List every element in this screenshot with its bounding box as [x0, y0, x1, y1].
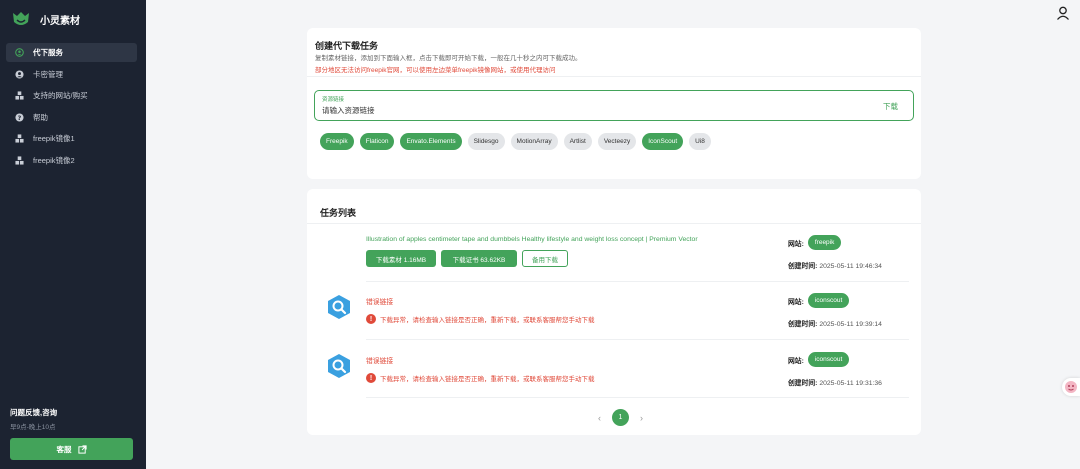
create-task-card: 创建代下载任务 复制素材链接，添加到下面输入框，点击下载即可开始下载，一般在几十… — [307, 28, 921, 179]
sidebar: 小灵素材 代下服务 卡密管理 支持的网站/购买 ? 帮助 freepik镜像1 … — [0, 0, 146, 469]
customer-service-label: 客服 — [56, 444, 72, 454]
sidebar-item-card-management[interactable]: 卡密管理 — [6, 65, 137, 84]
user-circle-icon — [15, 69, 24, 79]
error-message: ! 下载异常，请检查输入链接是否正确，重新下载，或联系客服帮您手动下载 — [366, 314, 595, 324]
download-material-button[interactable]: 下载素材 1.16MB — [366, 250, 436, 267]
site-badge: freepik — [807, 235, 842, 250]
resource-link-field[interactable]: 资源链接 请输入资源链接 下载 — [314, 90, 914, 121]
site-label: 网站: — [788, 357, 804, 365]
sidebar-item-proxy-download[interactable]: 代下服务 — [6, 43, 137, 62]
cubes-icon — [15, 155, 24, 165]
task-list-title: 任务列表 — [320, 208, 357, 218]
sidebar-item-supported-sites[interactable]: 支持的网站/购买 — [6, 86, 137, 105]
download-license-button[interactable]: 下载证书 63.62KB — [441, 250, 517, 267]
task-list-card: 任务列表 Illustration of apples centimeter t… — [307, 189, 921, 435]
task-site: 网站: iconscout — [788, 352, 850, 367]
divider — [307, 76, 921, 77]
task-title-link[interactable]: Illustration of apples centimeter tape a… — [366, 236, 698, 243]
task-site: 网站: freepik — [788, 235, 842, 250]
brand-name: 小灵素材 — [40, 15, 80, 27]
cubes-icon — [15, 91, 24, 100]
error-text: 下载异常，请检查输入链接是否正确，重新下载，或联系客服帮您手动下载 — [380, 317, 595, 324]
sidebar-item-help[interactable]: ? 帮助 — [6, 108, 137, 127]
svg-text:?: ? — [18, 114, 22, 121]
access-warning: 部分地区无法访问freepik官网，可以使用左边菜单freepik镜像网站，或使… — [315, 67, 556, 74]
prev-page-button[interactable]: ‹ — [592, 413, 607, 423]
task-title-link[interactable]: 错误链接 — [366, 355, 393, 365]
time-label: 创建时间: — [788, 380, 818, 387]
sidebar-item-label: freepik镜像2 — [33, 155, 75, 165]
site-badge: iconscout — [807, 352, 850, 367]
error-message: ! 下载异常，请检查输入链接是否正确，重新下载，或联系客服帮您手动下载 — [366, 373, 595, 383]
site-label: 网站: — [788, 298, 804, 306]
site-chip-envato-elements[interactable]: Envato.Elements — [400, 133, 462, 150]
task-created-time: 创建时间: 2025-05-11 19:31:36 — [788, 377, 882, 387]
sidebar-item-label: 卡密管理 — [33, 69, 63, 79]
create-task-title: 创建代下载任务 — [315, 41, 379, 51]
site-chip-motionarray[interactable]: MotionArray — [510, 133, 558, 150]
site-badge: iconscout — [807, 293, 850, 308]
feedback-hours: 早9点-晚上10点 — [10, 424, 56, 431]
time-label: 创建时间: — [788, 321, 818, 328]
sidebar-item-freepik-mirror-1[interactable]: freepik镜像1 — [6, 129, 137, 148]
site-chip-flaticon[interactable]: Flaticon — [359, 133, 395, 150]
exclamation-icon: ! — [366, 314, 376, 324]
row-divider — [366, 281, 909, 282]
sidebar-item-label: 支持的网站/购买 — [33, 91, 88, 100]
question-circle-icon: ? — [15, 112, 24, 122]
time-value: 2025-05-11 19:31:36 — [819, 380, 882, 387]
row-divider — [366, 339, 909, 340]
time-label: 创建时间: — [788, 263, 818, 270]
site-chip-ui8[interactable]: Ui8 — [689, 133, 711, 150]
sidebar-item-label: 代下服务 — [33, 48, 63, 57]
supported-site-chips: Freepik Flaticon Envato.Elements Slidesgo Mo… — [320, 133, 717, 150]
site-chip-freepik[interactable]: Freepik — [320, 133, 354, 150]
site-chip-artlist[interactable]: Artlist — [563, 133, 592, 150]
backup-download-button[interactable]: 备用下载 — [522, 250, 568, 267]
divider — [307, 223, 921, 224]
floating-assistant-icon[interactable] — [1062, 378, 1080, 396]
logo-row[interactable]: 小灵素材 — [12, 10, 80, 28]
search-error-icon — [328, 295, 350, 319]
site-label: 网站: — [788, 240, 804, 248]
sidebar-item-label: freepik镜像1 — [33, 134, 75, 143]
time-value: 2025-05-11 19:39:14 — [819, 321, 882, 328]
task-created-time: 创建时间: 2025-05-11 19:46:34 — [788, 260, 882, 270]
task-created-time: 创建时间: 2025-05-11 19:39:14 — [788, 318, 882, 328]
pagination: ‹ 1 › — [592, 409, 649, 426]
sidebar-item-label: 帮助 — [33, 112, 48, 122]
search-error-icon — [328, 354, 350, 378]
customer-service-button[interactable]: 客服 — [10, 438, 133, 460]
task-title-link[interactable]: 错误链接 — [366, 296, 393, 306]
resource-link-input[interactable]: 请输入资源链接 — [322, 105, 822, 116]
page-number-current[interactable]: 1 — [612, 409, 629, 426]
site-chip-vecteezy[interactable]: Vecteezy — [597, 133, 637, 150]
user-account-icon[interactable] — [1055, 5, 1071, 21]
feedback-info: 问题反馈,咨询 早9点-晚上10点 — [10, 407, 57, 431]
row-divider — [366, 397, 909, 398]
site-chip-slidesgo[interactable]: Slidesgo — [467, 133, 505, 150]
task-site: 网站: iconscout — [788, 293, 850, 308]
site-chip-iconscout[interactable]: IconScout — [642, 133, 684, 150]
circle-user-icon — [15, 48, 24, 57]
error-text: 下载异常，请检查输入链接是否正确，重新下载，或联系客服帮您手动下载 — [380, 376, 595, 383]
cubes-icon — [15, 134, 24, 143]
logo-icon — [13, 12, 29, 25]
resource-link-label: 资源链接 — [322, 97, 345, 103]
feedback-title: 问题反馈,咨询 — [10, 408, 58, 417]
sidebar-nav: 代下服务 卡密管理 支持的网站/购买 ? 帮助 freepik镜像1 freep… — [6, 43, 137, 172]
exclamation-icon: ! — [366, 373, 376, 383]
download-button[interactable]: 下载 — [883, 101, 898, 112]
time-value: 2025-05-11 19:46:34 — [819, 263, 882, 270]
create-task-description: 复制素材链接，添加到下面输入框，点击下载即可开始下载，一般在几十秒之内可下载成功… — [315, 55, 582, 62]
external-link-icon — [77, 444, 87, 454]
sidebar-item-freepik-mirror-2[interactable]: freepik镜像2 — [6, 151, 137, 170]
next-page-button[interactable]: › — [634, 413, 649, 423]
